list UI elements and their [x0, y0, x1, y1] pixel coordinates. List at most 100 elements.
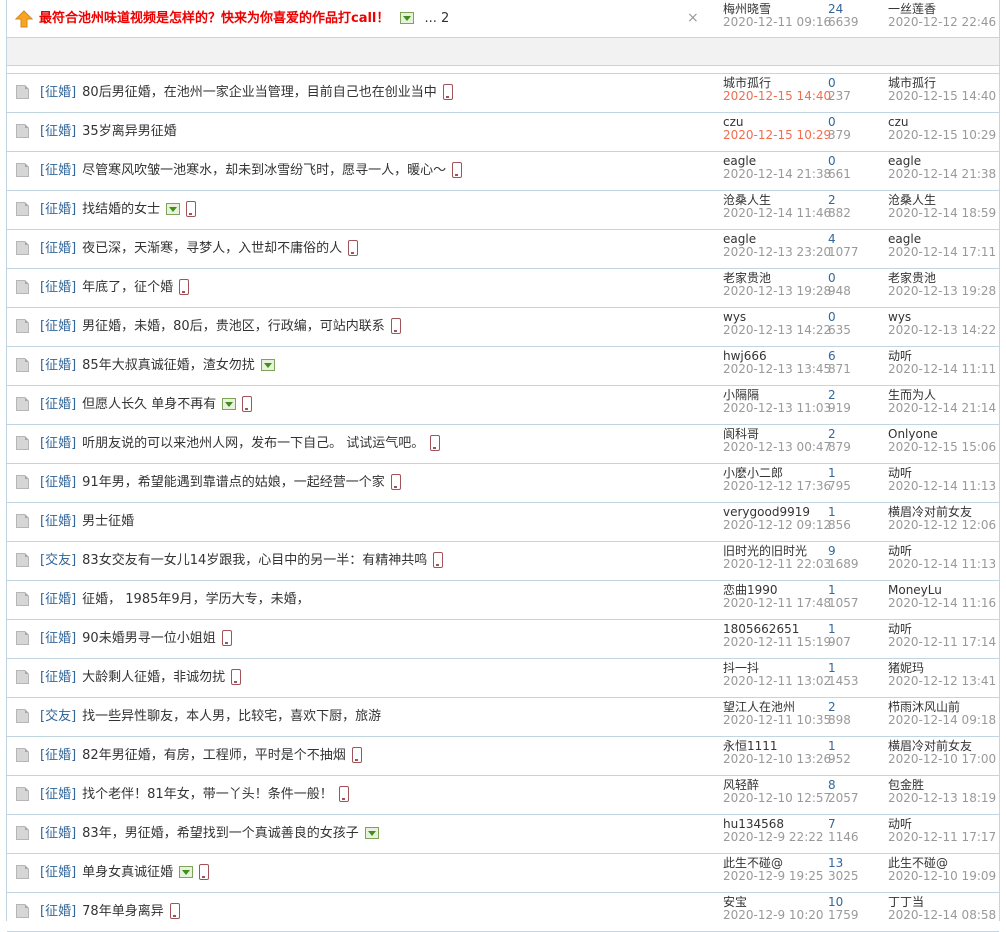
thread-status-icon[interactable] — [15, 241, 32, 256]
thread-row[interactable]: [征婚] 年底了，征个婚 老家贵池 2020-12-13 19:28 0 948 老家贵池 2… — [7, 269, 999, 308]
thread-status-icon[interactable] — [15, 787, 32, 802]
thread-category-link[interactable]: [征婚] — [40, 631, 76, 646]
thread-category-link[interactable]: [交友] — [40, 553, 76, 568]
sticky-thread-title-link[interactable]: 最符合池州味道视频是怎样的？快来为你喜爱的作品打call！ — [39, 11, 389, 26]
thread-category-link[interactable]: [交友] — [40, 709, 76, 724]
last-post-date[interactable]: 2020-12-15 10:29 — [888, 129, 996, 142]
thread-status-icon[interactable] — [15, 397, 32, 412]
last-post-date[interactable]: 2020-12-14 11:16 — [888, 597, 996, 610]
last-post-date[interactable]: 2020-12-12 12:06 — [888, 519, 996, 532]
last-post-date[interactable]: 2020-12-14 11:13 — [888, 480, 996, 493]
thread-title-link[interactable]: 男士征婚 — [82, 514, 134, 529]
thread-row[interactable]: [征婚] 征婚， 1985年9月，学历大专，未婚， 恋曲1990 2020-12-11… — [7, 581, 999, 620]
thread-category-link[interactable]: [征婚] — [40, 397, 76, 412]
thread-title-link[interactable]: 大龄剩人征婚，非诚勿扰 — [82, 670, 225, 685]
thread-row[interactable]: [征婚] 35岁离异男征婚 czu 2020-12-15 10:29 0 379 czu 20… — [7, 113, 999, 152]
thread-category-link[interactable]: [征婚] — [40, 670, 76, 685]
thread-status-icon[interactable] — [15, 280, 32, 295]
last-post-date[interactable]: 2020-12-14 21:14 — [888, 402, 996, 415]
thread-status-icon[interactable] — [15, 709, 32, 724]
thread-category-link[interactable]: [征婚] — [40, 124, 76, 139]
last-post-date[interactable]: 2020-12-12 22:46 — [888, 16, 996, 29]
thread-status-icon[interactable] — [15, 319, 32, 334]
sticky-thread-pages-link[interactable]: ... 2 — [424, 11, 449, 26]
thread-category-link[interactable]: [征婚] — [40, 163, 76, 178]
thread-row[interactable]: [征婚] 男征婚，未婚，80后，贵池区，行政编，可站内联系 wys 2020-12-1… — [7, 308, 999, 347]
thread-status-icon[interactable] — [15, 124, 32, 139]
thread-title-link[interactable]: 35岁离异男征婚 — [82, 124, 177, 139]
thread-row[interactable]: [征婚] 90未婚男寻一位小姐姐 1805662651 2020-12-11 15:1… — [7, 620, 999, 659]
thread-row[interactable]: [征婚] 85年大叔真诚征婚，渣女勿扰 hwj666 2020-12-13 13:45… — [7, 347, 999, 386]
thread-title-link[interactable]: 男征婚，未婚，80后，贵池区，行政编，可站内联系 — [82, 319, 385, 334]
thread-title-link[interactable]: 夜已深，天渐寒，寻梦人，入世却不庸俗的人 — [82, 241, 342, 256]
thread-title-link[interactable]: 单身女真诚征婚 — [82, 865, 173, 880]
thread-title-link[interactable]: 年底了，征个婚 — [82, 280, 173, 295]
thread-category-link[interactable]: [征婚] — [40, 241, 76, 256]
thread-category-link[interactable]: [征婚] — [40, 436, 76, 451]
close-icon[interactable]: × — [687, 11, 699, 25]
thread-title-link[interactable]: 征婚， 1985年9月，学历大专，未婚， — [82, 592, 310, 607]
thread-row[interactable]: [征婚] 尽管寒风吹皱一池寒水，却未到冰雪纷飞时，愿寻一人，暖心～ eagle 202… — [7, 152, 999, 191]
thread-title-link[interactable]: 91年男，希望能遇到靠谱点的姑娘，一起经营一个家 — [82, 475, 385, 490]
thread-title-link[interactable]: 尽管寒风吹皱一池寒水，却未到冰雪纷飞时，愿寻一人，暖心～ — [82, 163, 446, 178]
thread-status-icon[interactable] — [15, 904, 32, 919]
thread-status-icon[interactable] — [15, 514, 32, 529]
thread-status-icon[interactable] — [15, 826, 32, 841]
thread-title-link[interactable]: 82年男征婚，有房，工程师，平时是个不抽烟 — [82, 748, 346, 763]
last-post-date[interactable]: 2020-12-10 17:00 — [888, 753, 996, 766]
thread-row[interactable]: [征婚] 78年单身离异 安宝 2020-12-9 10:20 10 1759 丁丁当 202… — [7, 893, 999, 932]
thread-category-link[interactable]: [征婚] — [40, 592, 76, 607]
thread-category-link[interactable]: [征婚] — [40, 475, 76, 490]
last-post-date[interactable]: 2020-12-15 14:40 — [888, 90, 996, 103]
thread-title-link[interactable]: 找一些异性聊友，本人男，比较宅，喜欢下厨，旅游 — [82, 709, 381, 724]
thread-category-link[interactable]: [征婚] — [40, 280, 76, 295]
last-post-date[interactable]: 2020-12-11 17:14 — [888, 636, 996, 649]
thread-title-link[interactable]: 83女交友有一女儿14岁跟我，心目中的另一半：有精神共鸣 — [82, 553, 427, 568]
thread-category-link[interactable]: [征婚] — [40, 358, 76, 373]
thread-category-link[interactable]: [征婚] — [40, 904, 76, 919]
thread-row[interactable]: [征婚] 找个老伴！81年女，带一丫头！条件一般！ 风轻醉 2020-12-10 12… — [7, 776, 999, 815]
last-post-date[interactable]: 2020-12-10 19:09 — [888, 870, 996, 883]
thread-row[interactable]: [征婚] 夜已深，天渐寒，寻梦人，入世却不庸俗的人 eagle 2020-12-13 … — [7, 230, 999, 269]
thread-row[interactable]: [征婚] 男士征婚 verygood9919 2020-12-12 09:12 1 856… — [7, 503, 999, 542]
last-post-date[interactable]: 2020-12-14 09:18 — [888, 714, 996, 727]
thread-status-icon[interactable] — [15, 358, 32, 373]
thread-status-icon[interactable] — [15, 592, 32, 607]
thread-category-link[interactable]: [征婚] — [40, 748, 76, 763]
last-post-date[interactable]: 2020-12-13 14:22 — [888, 324, 996, 337]
thread-row[interactable]: [征婚] 但愿人长久 单身不再有 小隔隔 2020-12-13 11:03 2 919 生而… — [7, 386, 999, 425]
last-post-date[interactable]: 2020-12-14 08:58 — [888, 909, 996, 922]
thread-category-link[interactable]: [征婚] — [40, 865, 76, 880]
thread-category-link[interactable]: [征婚] — [40, 85, 76, 100]
last-post-date[interactable]: 2020-12-14 11:11 — [888, 363, 996, 376]
thread-status-icon[interactable] — [15, 163, 32, 178]
thread-row[interactable]: [交友] 找一些异性聊友，本人男，比较宅，喜欢下厨，旅游 望江人在池州 2020-12… — [7, 698, 999, 737]
last-post-date[interactable]: 2020-12-13 19:28 — [888, 285, 996, 298]
thread-title-link[interactable]: 83年，男征婚，希望找到一个真诚善良的女孩子 — [82, 826, 359, 841]
thread-title-link[interactable]: 找结婚的女士 — [82, 202, 160, 217]
thread-status-icon[interactable] — [15, 865, 32, 880]
thread-title-link[interactable]: 找个老伴！81年女，带一丫头！条件一般！ — [82, 787, 333, 802]
last-post-date[interactable]: 2020-12-14 21:38 — [888, 168, 996, 181]
thread-status-icon[interactable] — [15, 553, 32, 568]
thread-row[interactable]: [征婚] 单身女真诚征婚 此生不碰@ 2020-12-9 19:25 13 3025 此生不… — [7, 854, 999, 893]
thread-row[interactable]: [交友] 83女交友有一女儿14岁跟我，心目中的另一半：有精神共鸣 旧时光的旧时光 2… — [7, 542, 999, 581]
last-post-date[interactable]: 2020-12-13 18:19 — [888, 792, 996, 805]
thread-status-icon[interactable] — [15, 631, 32, 646]
last-post-date[interactable]: 2020-12-14 11:13 — [888, 558, 996, 571]
thread-title-link[interactable]: 但愿人长久 单身不再有 — [82, 397, 216, 412]
thread-status-icon[interactable] — [15, 436, 32, 451]
thread-category-link[interactable]: [征婚] — [40, 514, 76, 529]
last-post-date[interactable]: 2020-12-14 17:11 — [888, 246, 996, 259]
thread-title-link[interactable]: 78年单身离异 — [82, 904, 164, 919]
thread-title-link[interactable]: 85年大叔真诚征婚，渣女勿扰 — [82, 358, 255, 373]
thread-title-link[interactable]: 80后男征婚，在池州一家企业当管理，目前自己也在创业当中 — [82, 85, 437, 100]
thread-row[interactable]: [征婚] 83年，男征婚，希望找到一个真诚善良的女孩子 hu134568 2020-1… — [7, 815, 999, 854]
thread-status-icon[interactable] — [15, 85, 32, 100]
sticky-thread-row[interactable]: 最符合池州味道视频是怎样的？快来为你喜爱的作品打call！ ... 2 × 梅州… — [7, 0, 999, 38]
thread-category-link[interactable]: [征婚] — [40, 826, 76, 841]
thread-category-link[interactable]: [征婚] — [40, 787, 76, 802]
last-post-date[interactable]: 2020-12-14 18:59 — [888, 207, 996, 220]
thread-status-icon[interactable] — [15, 748, 32, 763]
thread-row[interactable]: [征婚] 91年男，希望能遇到靠谱点的姑娘，一起经营一个家 小麽小二郎 2020-12… — [7, 464, 999, 503]
